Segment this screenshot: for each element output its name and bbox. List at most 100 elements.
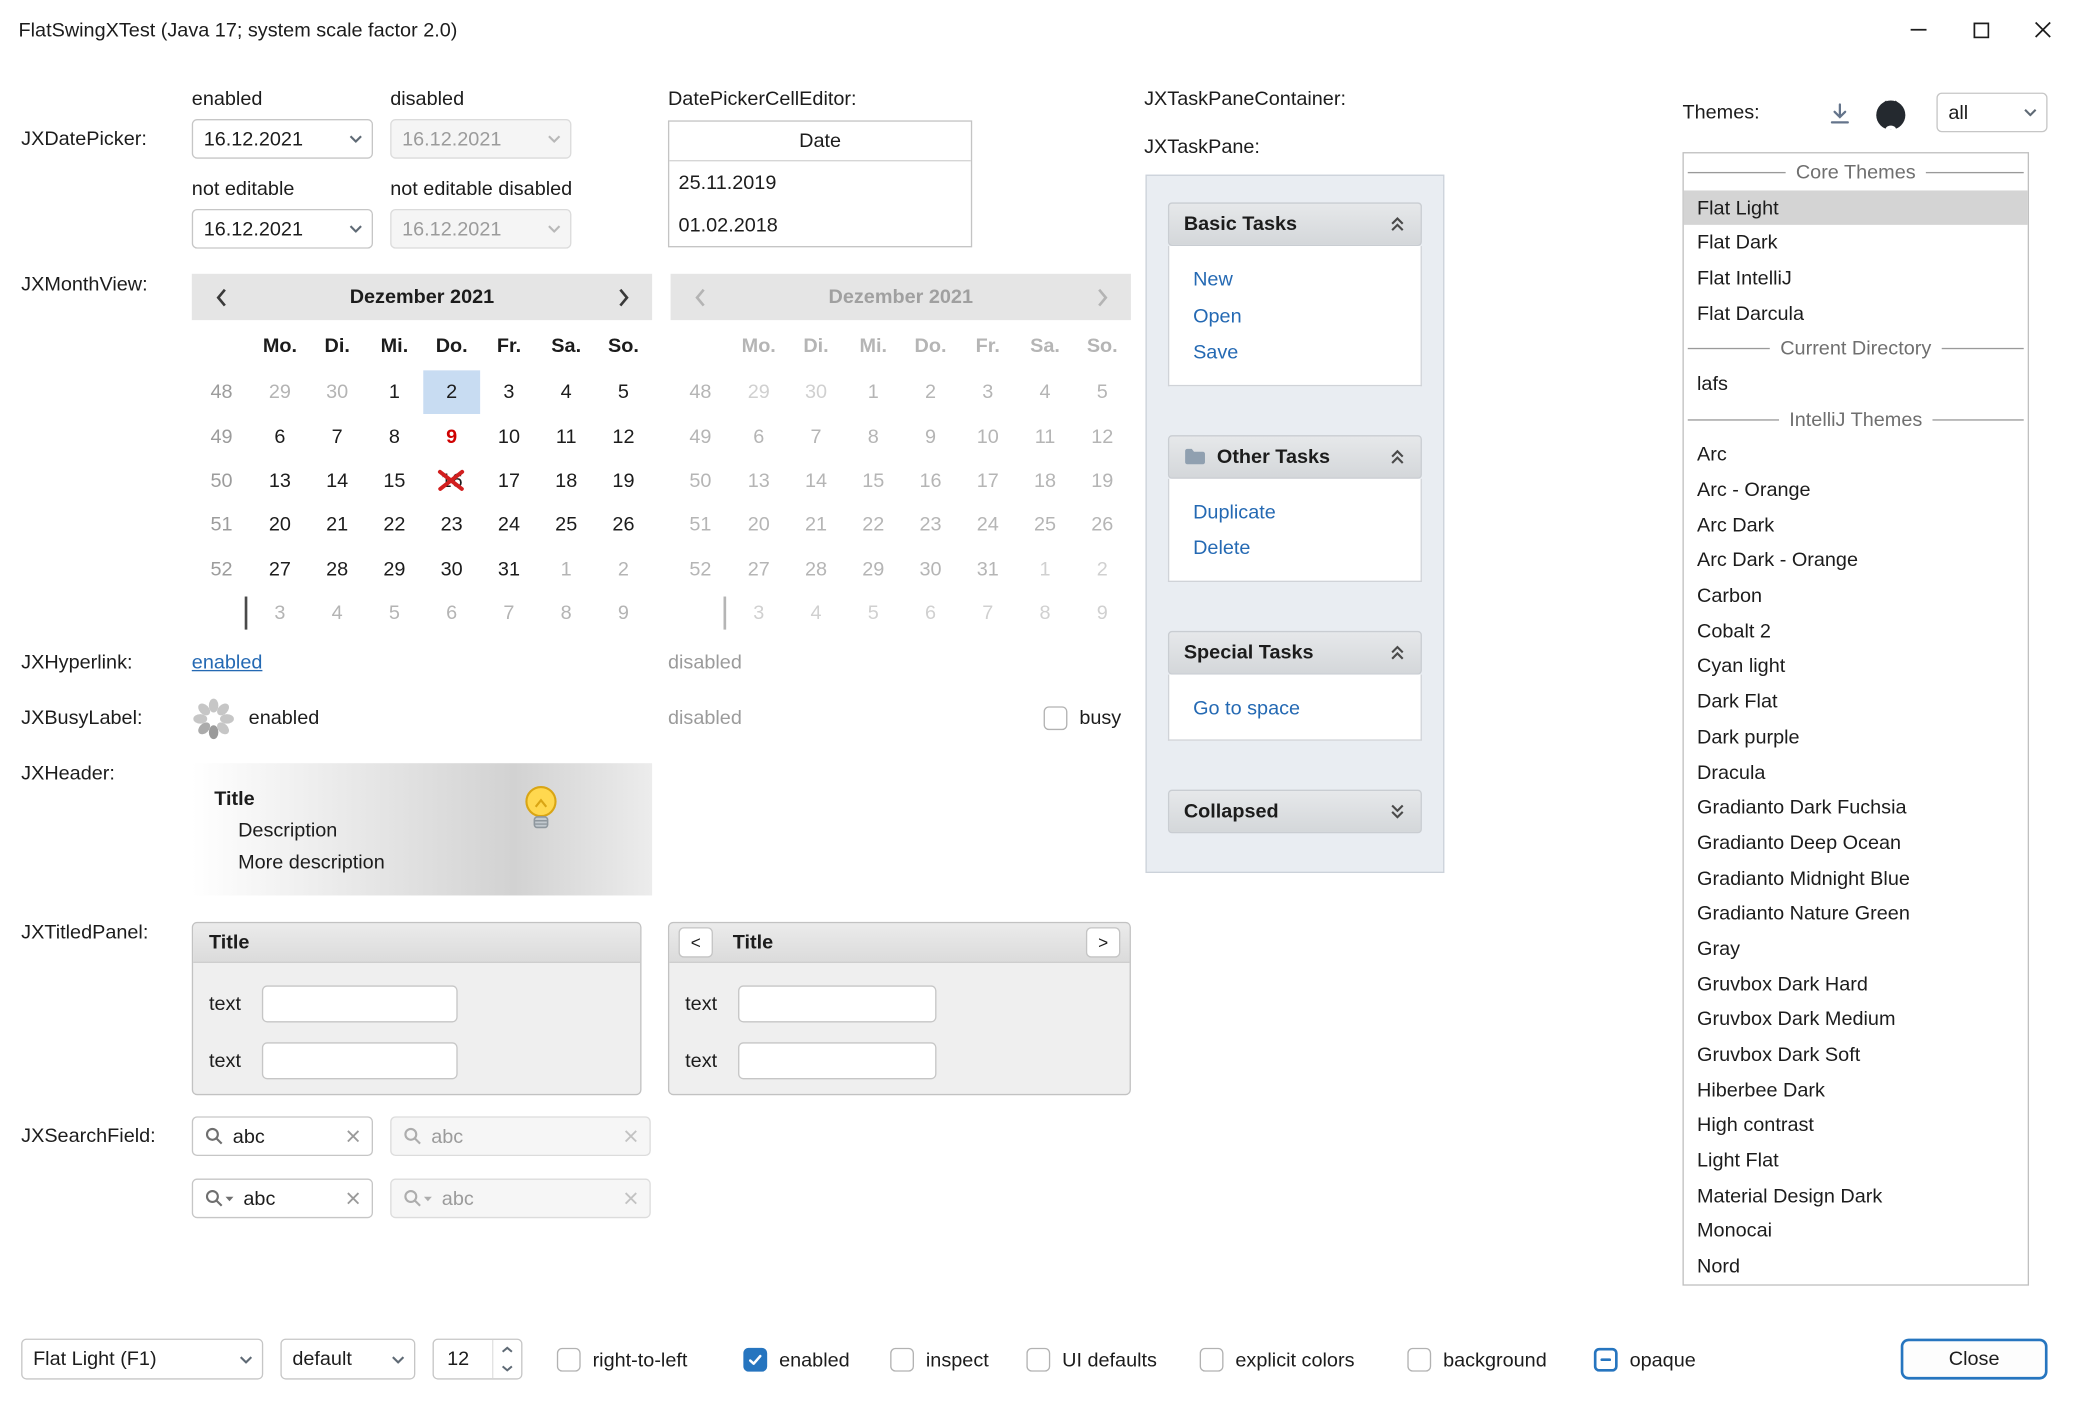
theme-list-item[interactable]: Gradianto Dark Fuchsia (1684, 790, 2028, 825)
previous-button[interactable]: < (679, 927, 713, 957)
theme-list-item[interactable]: lafs (1684, 367, 2028, 402)
checkbox-right-to-left[interactable]: right-to-left (557, 1348, 688, 1372)
calendar-day[interactable]: 5 (366, 591, 423, 635)
next-month-button[interactable] (610, 284, 636, 310)
theme-list-item[interactable]: Flat Darcula (1684, 296, 2028, 331)
calendar-day[interactable]: 6 (251, 415, 308, 459)
download-icon[interactable] (1823, 97, 1857, 131)
calendar-day[interactable]: 8 (366, 415, 423, 459)
calendar-day[interactable]: 12 (595, 415, 652, 459)
theme-list-item[interactable]: Material Design Dark (1684, 1178, 2028, 1213)
calendar-day[interactable]: 24 (480, 503, 537, 547)
taskpane-header[interactable]: Other Tasks (1168, 435, 1422, 479)
close-dialog-button[interactable]: Close (1901, 1339, 2048, 1380)
calendar-day[interactable]: 19 (595, 459, 652, 503)
theme-list-item[interactable]: Light Flat (1684, 1143, 2028, 1178)
calendar-day[interactable]: 21 (309, 503, 366, 547)
calendar-day[interactable]: 28 (309, 547, 366, 591)
theme-list-item[interactable]: Dracula (1684, 755, 2028, 790)
close-button[interactable] (2012, 0, 2074, 60)
theme-list-item[interactable]: High contrast (1684, 1108, 2028, 1143)
calendar-day[interactable]: 3 (480, 370, 537, 414)
taskpane-link[interactable]: Save (1169, 335, 1420, 371)
text-input[interactable] (738, 1042, 936, 1079)
calendar-day[interactable]: 9 (595, 591, 652, 635)
spinner-up-icon[interactable] (493, 1340, 521, 1359)
calendar-day[interactable]: 4 (309, 591, 366, 635)
laf-combo[interactable]: Flat Light (F1) (21, 1339, 263, 1380)
calendar-day[interactable]: 23 (423, 503, 480, 547)
calendar-day[interactable]: 10 (480, 415, 537, 459)
chevron-down-icon[interactable] (2013, 94, 2046, 131)
calendar-day[interactable]: 5 (595, 370, 652, 414)
theme-list-item[interactable]: Gruvbox Dark Medium (1684, 1002, 2028, 1037)
calendar-day[interactable]: 29 (366, 547, 423, 591)
taskpane-header[interactable]: Special Tasks (1168, 630, 1422, 674)
calendar-day[interactable]: 17 (480, 459, 537, 503)
checkbox-background[interactable]: background (1407, 1348, 1546, 1372)
taskpane-link[interactable]: Duplicate (1169, 494, 1420, 530)
theme-list-item[interactable]: Dark Flat (1684, 684, 2028, 719)
font-size-spinner[interactable]: 12 (433, 1339, 523, 1380)
chevron-down-icon[interactable] (229, 1340, 262, 1378)
taskpane-link[interactable]: Open (1169, 298, 1420, 334)
chevron-double-up-icon[interactable] (1389, 643, 1406, 660)
theme-list-item[interactable]: Cyan light (1684, 649, 2028, 684)
calendar-day[interactable]: 3 (251, 591, 308, 635)
table-row[interactable]: 01.02.2018 (669, 204, 971, 246)
checkbox-box[interactable] (1200, 1348, 1224, 1372)
calendar-day[interactable]: 18 (538, 459, 595, 503)
calendar-day[interactable]: 25 (538, 503, 595, 547)
theme-list-item[interactable]: Gradianto Nature Green (1684, 896, 2028, 931)
theme-list-item[interactable]: Gruvbox Dark Soft (1684, 1037, 2028, 1072)
theme-list-item[interactable]: Gradianto Deep Ocean (1684, 825, 2028, 860)
theme-list-item[interactable]: Nord (1684, 1249, 2028, 1284)
hyperlink-enabled[interactable]: enabled (192, 651, 263, 673)
checkbox-enabled[interactable]: enabled (743, 1348, 849, 1372)
table-row[interactable]: 25.11.2019 (669, 161, 971, 203)
clear-icon[interactable] (347, 1130, 360, 1143)
checkbox-opaque[interactable]: opaque (1594, 1348, 1696, 1372)
theme-list-item[interactable]: Arc Dark (1684, 508, 2028, 543)
theme-list-item[interactable]: Carbon (1684, 578, 2028, 613)
calendar-day[interactable]: 20 (251, 503, 308, 547)
chevron-double-up-icon[interactable] (1389, 216, 1406, 233)
style-combo[interactable]: default (280, 1339, 415, 1380)
themes-filter-combo[interactable]: all (1936, 93, 2047, 133)
font-size-value[interactable]: 12 (434, 1340, 492, 1378)
datepicker-enabled[interactable]: 16.12.2021 (192, 119, 373, 159)
checkbox-box[interactable] (1026, 1348, 1050, 1372)
theme-list-item[interactable]: Arc Dark - Orange (1684, 543, 2028, 578)
checkbox-box[interactable] (743, 1348, 767, 1372)
taskpane-header[interactable]: Basic Tasks (1168, 202, 1422, 246)
chevron-down-icon[interactable] (381, 1340, 414, 1378)
theme-list-item[interactable]: Gradianto Midnight Blue (1684, 861, 2028, 896)
calendar-day[interactable]: 16 (423, 459, 480, 503)
chevron-double-down-icon[interactable] (1389, 803, 1406, 820)
calendar-day[interactable]: 27 (251, 547, 308, 591)
theme-list-item[interactable]: Flat Dark (1684, 225, 2028, 260)
chevron-double-up-icon[interactable] (1389, 448, 1406, 465)
theme-list-item[interactable]: Flat Light (1684, 190, 2028, 225)
next-button[interactable]: > (1086, 927, 1120, 957)
search-input[interactable]: abc (233, 1125, 337, 1147)
calendar-day[interactable]: 13 (251, 459, 308, 503)
maximize-button[interactable] (1950, 0, 2012, 60)
github-icon[interactable] (1870, 94, 1910, 134)
calendar-day[interactable]: 7 (480, 591, 537, 635)
calendar-day[interactable]: 8 (538, 591, 595, 635)
text-input[interactable] (262, 985, 458, 1022)
theme-list-item[interactable]: Gruvbox Dark Hard (1684, 967, 2028, 1002)
taskpane-link[interactable]: Delete (1169, 530, 1420, 566)
calendar-day[interactable]: 6 (423, 591, 480, 635)
checkbox-inspect[interactable]: inspect (890, 1348, 989, 1372)
calendar-day[interactable]: 30 (423, 547, 480, 591)
calendar-day[interactable]: 1 (366, 370, 423, 414)
theme-list-item[interactable]: Arc (1684, 437, 2028, 472)
busy-checkbox[interactable] (1044, 706, 1068, 730)
search-field[interactable]: abc (192, 1116, 373, 1156)
checkbox-explicit-colors[interactable]: explicit colors (1200, 1348, 1355, 1372)
theme-list-item[interactable]: Arc - Orange (1684, 472, 2028, 507)
taskpane-link[interactable]: Go to space (1169, 690, 1420, 726)
calendar-day[interactable]: 2 (595, 547, 652, 591)
